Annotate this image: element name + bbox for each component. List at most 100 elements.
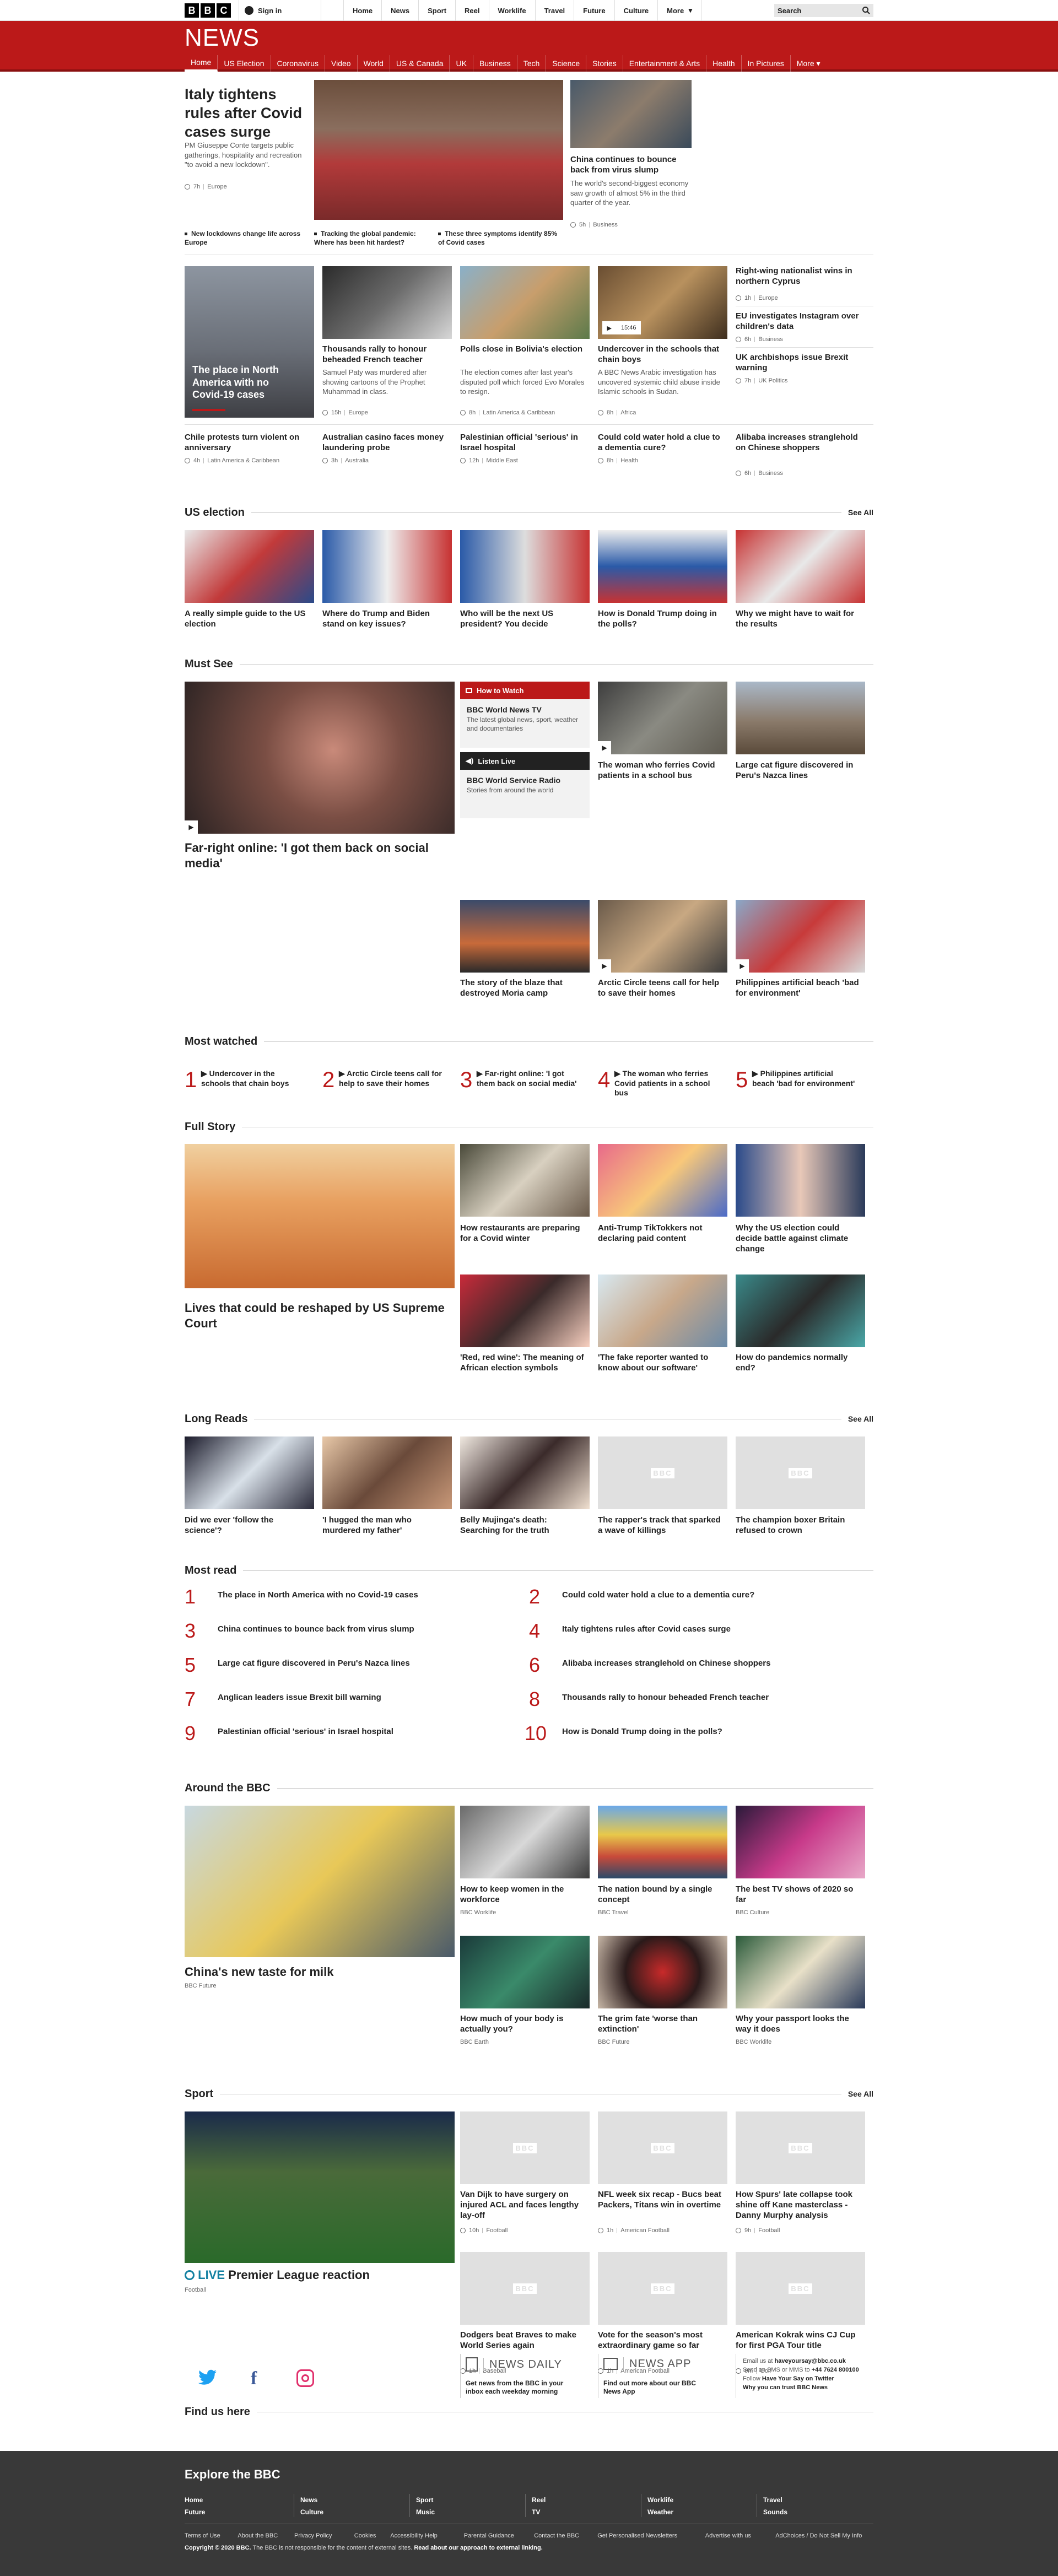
sign-in-button[interactable]: Sign in	[239, 0, 321, 21]
section-link[interactable]: Business	[593, 222, 618, 228]
story-title[interactable]: The champion boxer Britain refused to cr…	[736, 1515, 862, 1536]
section-link[interactable]: Football	[486, 2227, 508, 2234]
story-source[interactable]: BBC Travel	[598, 1909, 629, 1916]
story-image[interactable]	[460, 1936, 590, 2008]
see-all-link[interactable]: See All	[841, 1414, 873, 1423]
story-image[interactable]	[185, 530, 314, 603]
story-title[interactable]: Why we might have to wait for the result…	[736, 609, 862, 630]
story-source[interactable]: BBC Future	[598, 2039, 629, 2045]
footer-small-link[interactable]: Cookies	[354, 2532, 376, 2539]
story-image[interactable]	[598, 1936, 727, 2008]
most-read-item[interactable]: Palestinian official 'serious' in Israel…	[218, 1727, 504, 1737]
story-title[interactable]: Vote for the season's most extraordinary…	[598, 2330, 725, 2351]
lead-story-title[interactable]: Italy tightens rules after Covid cases s…	[185, 85, 309, 141]
story-title[interactable]: 'The fake reporter wanted to know about …	[598, 1353, 725, 1374]
section-link[interactable]: Latin America & Caribbean	[207, 457, 279, 464]
lead-story-image[interactable]	[314, 80, 563, 220]
most-read-item[interactable]: The place in North America with no Covid…	[218, 1590, 504, 1601]
twitter-icon[interactable]	[198, 2369, 217, 2389]
story-image[interactable]	[460, 1144, 590, 1217]
story-title[interactable]: Van Dijk to have surgery on injured ACL …	[460, 2190, 587, 2221]
section-link[interactable]: UK Politics	[758, 377, 787, 384]
story-image[interactable]	[598, 900, 727, 973]
see-all-link[interactable]: See All	[841, 508, 873, 517]
subnav-us-canada[interactable]: US & Canada	[390, 55, 450, 72]
news-brand[interactable]: NEWS	[185, 24, 260, 52]
section-link[interactable]: Business	[758, 470, 783, 477]
story-image[interactable]	[460, 1806, 590, 1878]
twitter-link[interactable]: Have Your Say on Twitter	[762, 2375, 834, 2382]
footer-small-link[interactable]: Parental Guidance	[464, 2532, 514, 2539]
image-placeholder[interactable]: BBC	[598, 1436, 727, 1509]
story-title[interactable]: A really simple guide to the US election	[185, 609, 311, 630]
story-title[interactable]: How Spurs' late collapse took shine off …	[736, 2190, 862, 2221]
section-link[interactable]: Europe	[348, 409, 368, 416]
story-image[interactable]	[598, 1806, 727, 1878]
story-title[interactable]: 'I hugged the man who murdered my father…	[322, 1515, 449, 1536]
subnav-us-election[interactable]: US Election	[218, 55, 271, 72]
footer-link[interactable]: Home	[185, 2496, 203, 2504]
subnav-coronavirus[interactable]: Coronavirus	[271, 55, 325, 72]
instagram-icon[interactable]	[296, 2369, 314, 2387]
story-title[interactable]: Philippines artificial beach 'bad for en…	[736, 978, 862, 999]
story-title[interactable]: Anti-Trump TikTokkers not declaring paid…	[598, 1223, 725, 1244]
story-image[interactable]	[598, 682, 727, 754]
top-nav-more[interactable]: More ▾	[657, 0, 702, 21]
most-watched-item[interactable]: ▶ Far-right online: 'I got them back on …	[477, 1069, 581, 1088]
story-title[interactable]: Palestinian official 'serious' in Israel…	[460, 433, 587, 453]
feature-story-title[interactable]: The place in North America with no Covid…	[192, 364, 303, 401]
subnav-video[interactable]: Video	[325, 55, 358, 72]
most-read-item[interactable]: Large cat figure discovered in Peru's Na…	[218, 1659, 504, 1669]
story-title[interactable]: Right-wing nationalist wins in northern …	[736, 266, 862, 287]
image-placeholder[interactable]: BBC	[736, 2111, 865, 2184]
story-title[interactable]: Dodgers beat Braves to make World Series…	[460, 2330, 587, 2351]
story-image[interactable]	[460, 1275, 590, 1347]
footer-small-link[interactable]: About the BBC	[237, 2532, 278, 2539]
story-source[interactable]: BBC Worklife	[460, 1909, 496, 1916]
around-main-title[interactable]: China's new taste for milk	[185, 1964, 449, 1980]
subnav-home[interactable]: Home	[185, 55, 218, 72]
related-link[interactable]: New lockdowns change life across Europe	[185, 230, 306, 247]
story-title[interactable]: The rapper's track that sparked a wave o…	[598, 1515, 725, 1536]
story-image[interactable]	[736, 682, 865, 754]
tv-title[interactable]: BBC World News TV	[467, 705, 582, 715]
story-title[interactable]: Did we ever 'follow the science'?	[185, 1515, 311, 1536]
section-title[interactable]: US election	[185, 506, 251, 519]
story-image[interactable]	[322, 1436, 452, 1509]
footer-link[interactable]: Music	[416, 2508, 435, 2516]
top-nav-travel[interactable]: Travel	[535, 0, 574, 21]
story-image[interactable]	[736, 1936, 865, 2008]
story-image[interactable]	[460, 900, 590, 973]
must-see-main-image[interactable]	[185, 682, 455, 834]
footer-small-link[interactable]: Advertise with us	[705, 2532, 751, 2539]
story-image[interactable]	[736, 1275, 865, 1347]
story-title[interactable]: Could cold water hold a clue to a dement…	[598, 433, 725, 453]
footer-small-link[interactable]: AdChoices / Do Not Sell My Info	[775, 2532, 862, 2539]
sport-main-title[interactable]: LIVE Premier League reaction	[185, 2267, 449, 2283]
second-story-image[interactable]	[570, 80, 692, 148]
story-title[interactable]: The story of the blaze that destroyed Mo…	[460, 978, 587, 999]
facebook-icon[interactable]: f	[251, 2368, 257, 2389]
story-title[interactable]: How is Donald Trump doing in the polls?	[598, 609, 725, 630]
most-read-item[interactable]: China continues to bounce back from viru…	[218, 1624, 504, 1635]
news-app-promo[interactable]: NEWS APP	[603, 2357, 691, 2370]
related-link[interactable]: These three symptoms identify 85% of Cov…	[438, 230, 559, 247]
play-icon[interactable]: ▶	[598, 959, 611, 973]
subnav-entertainment[interactable]: Entertainment & Arts	[623, 55, 707, 72]
footer-small-link[interactable]: Accessibility Help	[390, 2532, 438, 2539]
most-watched-item[interactable]: ▶ Undercover in the schools that chain b…	[201, 1069, 306, 1088]
most-watched-item[interactable]: ▶ The woman who ferries Covid patients i…	[614, 1069, 719, 1098]
subnav-tech[interactable]: Tech	[517, 55, 547, 72]
story-image[interactable]	[736, 1144, 865, 1217]
most-read-item[interactable]: Alibaba increases stranglehold on Chines…	[562, 1659, 849, 1669]
footer-link[interactable]: TV	[532, 2508, 540, 2516]
subnav-world[interactable]: World	[358, 55, 390, 72]
footer-link[interactable]: Culture	[300, 2508, 323, 2516]
subnav-in-pictures[interactable]: In Pictures	[742, 55, 791, 72]
story-title[interactable]: Who will be the next US president? You d…	[460, 609, 587, 630]
story-image[interactable]	[322, 266, 452, 339]
story-image[interactable]	[736, 530, 865, 603]
story-image[interactable]	[460, 1436, 590, 1509]
story-title[interactable]: How restaurants are preparing for a Covi…	[460, 1223, 587, 1244]
footer-link[interactable]: Sport	[416, 2496, 433, 2504]
